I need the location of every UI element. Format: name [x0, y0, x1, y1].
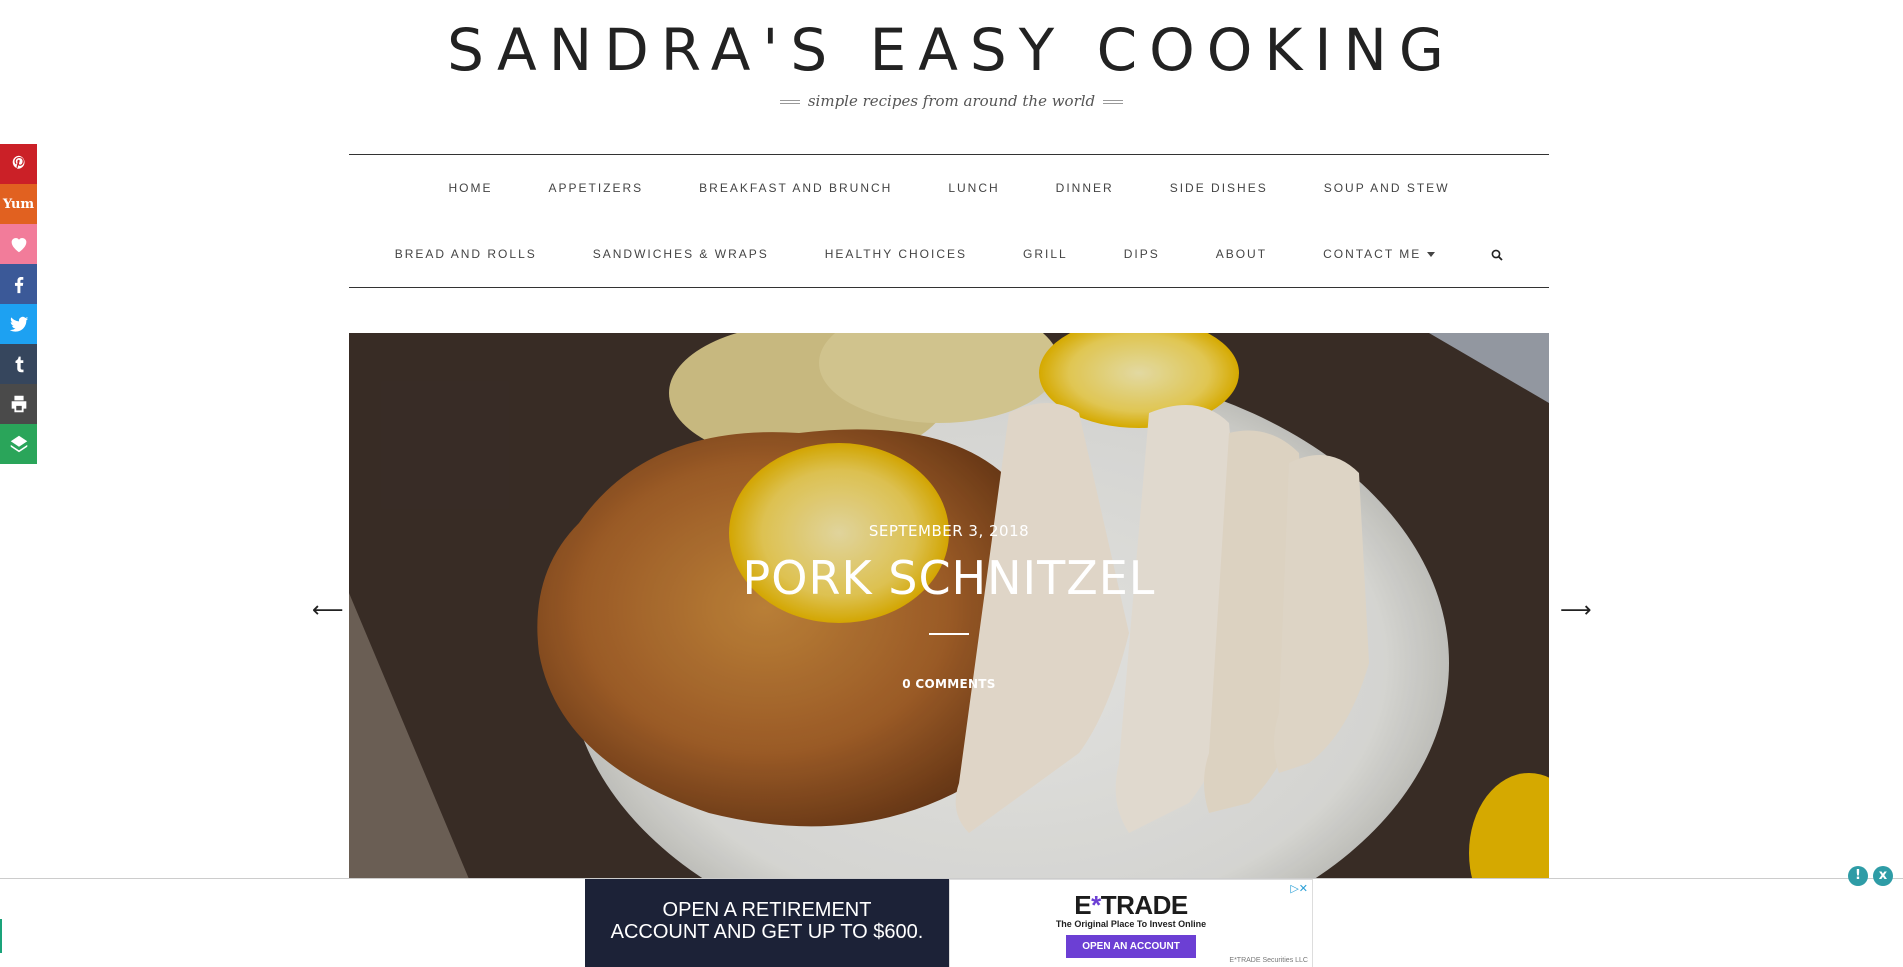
nav-item-lunch[interactable]: LUNCH — [920, 181, 1027, 195]
ad-slogan: The Original Place To Invest Online — [1055, 919, 1207, 929]
title-divider — [929, 633, 969, 635]
twitter-icon[interactable] — [0, 304, 37, 344]
nav-item-bread-and-rolls[interactable]: BREAD AND ROLLS — [367, 247, 565, 261]
yummly-label: Yum — [2, 196, 35, 212]
social-share-bar: Yum — [0, 144, 37, 464]
post-date: SEPTEMBER 3, 2018 — [868, 522, 1030, 540]
ad-close-icon[interactable]: x — [1873, 866, 1893, 886]
logo-part-trade: TRADE — [1100, 890, 1189, 920]
nav-item-side-dishes[interactable]: SIDE DISHES — [1142, 181, 1296, 195]
nav-item-about[interactable]: ABOUT — [1188, 247, 1295, 261]
ad-info-icon[interactable]: ! — [1848, 866, 1868, 886]
tumblr-icon[interactable] — [0, 344, 37, 384]
hero-overlay — [349, 333, 1549, 879]
nav-item-dinner[interactable]: DINNER — [1028, 181, 1142, 195]
nav-item-grill[interactable]: GRILL — [995, 247, 1096, 261]
site-title[interactable]: SANDRA'S EASY COOKING — [0, 14, 1903, 86]
nav-item-contact-me-label: CONTACT ME — [1323, 247, 1422, 261]
tagline-right-ornament — [1103, 100, 1124, 104]
ad-headline-panel[interactable]: OPEN A RETIREMENT ACCOUNT AND GET UP TO … — [585, 879, 949, 967]
post-title[interactable]: PORK SCHNITZEL — [349, 551, 1549, 605]
tagline-text: simple recipes from around the world — [807, 92, 1096, 110]
nav-item-breakfast-and-brunch[interactable]: BREAKFAST AND BRUNCH — [671, 181, 920, 195]
featured-post-slider[interactable]: SEPTEMBER 3, 2018 PORK SCHNITZEL 0 COMME… — [349, 333, 1549, 879]
site-tagline: simple recipes from around the world — [0, 92, 1903, 110]
tagline-left-ornament — [779, 100, 800, 104]
pinterest-icon[interactable] — [0, 144, 37, 184]
main-navigation: HOME APPETIZERS BREAKFAST AND BRUNCH LUN… — [349, 154, 1549, 288]
slider-prev-arrow[interactable]: ⟵ — [312, 598, 344, 623]
favorite-heart-icon[interactable] — [0, 224, 37, 264]
bottom-ad-banner: OPEN A RETIREMENT ACCOUNT AND GET UP TO … — [0, 878, 1903, 967]
nav-item-contact-me[interactable]: CONTACT ME — [1295, 247, 1463, 261]
ad-legal-text: E*TRADE Securities LLC — [1229, 957, 1308, 964]
etrade-logo: E*TRADE — [950, 890, 1312, 921]
nav-item-sandwiches-wraps[interactable]: SANDWICHES & WRAPS — [565, 247, 797, 261]
more-share-icon[interactable] — [0, 424, 37, 464]
search-icon[interactable] — [1463, 247, 1531, 261]
logo-star: * — [1091, 890, 1101, 920]
nav-item-home[interactable]: HOME — [420, 181, 520, 195]
open-account-button[interactable]: OPEN AN ACCOUNT — [1066, 935, 1196, 958]
nav-item-dips[interactable]: DIPS — [1096, 247, 1188, 261]
facebook-icon[interactable] — [0, 264, 37, 304]
logo-part-e: E — [1074, 890, 1092, 920]
ad-choices-icon[interactable]: ▷✕ — [1290, 882, 1308, 895]
nav-item-appetizers[interactable]: APPETIZERS — [520, 181, 671, 195]
post-comments-link[interactable]: 0 COMMENTS — [349, 677, 1549, 691]
slider-next-arrow[interactable]: ⟶ — [1560, 598, 1592, 623]
print-icon[interactable] — [0, 384, 37, 424]
nav-row-secondary: BREAD AND ROLLS SANDWICHES & WRAPS HEALT… — [349, 247, 1549, 261]
yummly-icon[interactable]: Yum — [0, 184, 37, 224]
green-side-tab[interactable] — [0, 919, 2, 953]
nav-row-primary: HOME APPETIZERS BREAKFAST AND BRUNCH LUN… — [349, 181, 1549, 195]
ad-headline-line2: ACCOUNT AND GET UP TO $600. — [610, 921, 924, 943]
nav-item-soup-and-stew[interactable]: SOUP AND STEW — [1296, 181, 1478, 195]
chevron-down-icon — [1427, 252, 1436, 258]
ad-brand-panel[interactable]: E*TRADE The Original Place To Invest Onl… — [949, 879, 1313, 967]
nav-item-healthy-choices[interactable]: HEALTHY CHOICES — [797, 247, 995, 261]
ad-headline-line1: OPEN A RETIREMENT — [662, 899, 872, 921]
